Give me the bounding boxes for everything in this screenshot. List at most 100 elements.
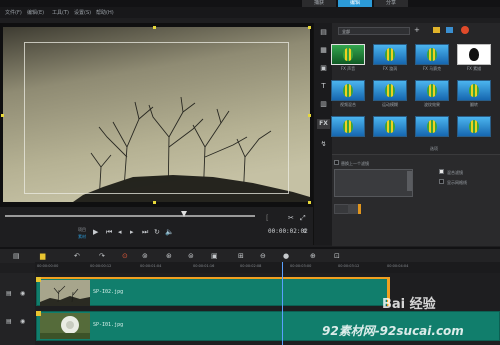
show-grid-checkbox[interactable] [439,179,444,184]
fit-project-icon[interactable]: ⊡ [334,252,340,260]
filter-thumbnail[interactable] [415,80,449,101]
multi-trim-icon[interactable]: ⊞ [238,252,244,260]
preset-dropdown-arrow-icon[interactable] [348,204,358,214]
storyboard-view-icon[interactable]: ▤ [13,252,20,260]
tab-capture[interactable]: 捕获 [302,0,336,7]
folder-icon[interactable] [433,27,440,33]
options-title[interactable]: 选项 [430,146,438,152]
ruler-tick: 00:00:01:04 [140,264,162,268]
project-mode-label[interactable]: 项目 [78,227,86,233]
resize-handle-right[interactable] [308,114,311,117]
track-header-panel: ▤ ◉ ▤ ◉ [0,273,35,345]
graphic-icon[interactable]: ▥ [317,99,330,109]
filter-thumbnail[interactable] [373,80,407,101]
filter-thumbnail-label: 翻转 [470,102,478,107]
overlay-visibility-icon[interactable]: ◉ [20,318,25,326]
subtitle-editor-icon[interactable]: ▣ [211,252,218,260]
play-icon[interactable]: ▶ [93,228,98,236]
timeline-clip[interactable]: SP-I02.jpg [36,277,390,306]
media-icon[interactable]: ▤ [317,27,330,37]
zoom-out-icon[interactable]: ⊖ [260,252,266,260]
filter-thumbnail[interactable] [457,44,491,65]
menu-help[interactable]: 帮助(H) [96,9,114,16]
title-icon[interactable]: T [317,81,330,91]
preview-scrubber[interactable] [5,215,255,217]
resize-handle-bottom[interactable] [153,201,156,204]
track-visibility-icon[interactable]: ◉ [20,290,25,298]
filter-thumbnail[interactable] [373,44,407,65]
browse-icon[interactable] [461,26,469,34]
mark-in-icon[interactable]: [ [266,214,269,222]
menu-bar: 文件(F) 编辑(E) 工具(T) 设置(S) 帮助(H) [0,7,500,18]
watermark-site: 92素材网-92sucai.com [322,324,464,338]
motion-track-icon[interactable]: ⊜ [188,252,194,260]
menu-settings[interactable]: 设置(S) [74,9,91,16]
volume-icon[interactable]: 🔈 [165,228,174,236]
video-track-icon[interactable]: ▤ [6,290,12,298]
filter-thumbnail-label: FX 漩涡 [382,66,398,71]
filter-thumbnail[interactable] [415,116,449,137]
balloon-icon [427,84,437,97]
clip-mode-label[interactable]: 素材 [78,234,86,240]
add-folder-icon[interactable]: + [414,26,420,34]
cut-icon[interactable]: ✂ [288,214,294,222]
auto-music-icon[interactable]: ⊛ [166,252,172,260]
zoom-slider-icon[interactable]: ● [283,252,289,260]
scrubber-knob[interactable] [181,211,187,217]
enlarge-icon[interactable]: ⤢ [300,214,306,222]
filter-thumbnail[interactable] [331,80,365,101]
filter-thumbnail-label: FX 声音 [340,66,356,71]
overlay-track-icon[interactable]: ▤ [6,318,12,326]
next-frame-icon[interactable]: ▸ [130,228,134,236]
applied-filters-list[interactable] [334,169,413,197]
filter-thumbnail[interactable] [373,116,407,137]
balloon-icon [343,120,353,133]
record-icon[interactable]: ⊙ [122,252,128,260]
filter-thumbnail[interactable] [457,80,491,101]
balloon-icon [385,120,395,133]
resize-handle-bottom-right[interactable] [308,201,311,204]
prev-frame-icon[interactable]: ◂ [118,228,122,236]
filter-thumbnail[interactable] [331,44,365,65]
replace-last-filter-checkbox[interactable] [334,160,339,165]
timeline-playhead[interactable] [282,262,283,345]
balloon-icon [427,48,437,61]
undo-icon[interactable]: ↶ [74,252,80,260]
redo-icon[interactable]: ↷ [99,252,105,260]
resize-handle-top-right[interactable] [308,26,311,29]
filter-thumbnail[interactable] [457,116,491,137]
timeline-ruler[interactable]: 00:00:00:00 00:00:00:12 00:00:01:04 00:0… [35,262,500,273]
blend-filter-label: 混合滤镜 [447,170,463,175]
resize-handle-top[interactable] [153,26,156,29]
library-sidebar: ▤ ▦ ▣ T ▥ FX ↯ [313,23,333,245]
resize-handle-left[interactable] [1,114,4,117]
fx-badge-icon [36,277,41,282]
ruler-tick: 00:00:02:08 [240,264,262,268]
zoom-in-icon[interactable]: ⊕ [310,252,316,260]
filter-thumbnail[interactable] [415,44,449,65]
gallery-view-icon[interactable] [446,27,453,33]
menu-tools[interactable]: 工具(T) [52,9,69,16]
library-category-select[interactable]: 全部 [338,27,410,35]
tab-share[interactable]: 分享 [374,0,408,7]
path-icon[interactable]: ↯ [317,139,330,149]
timecode-stepper-icon[interactable]: ⇕ [302,228,307,236]
fx-filter-icon[interactable]: FX [317,119,330,129]
menu-edit[interactable]: 编辑(E) [27,9,44,16]
blend-filter-checkbox[interactable] [439,169,444,174]
home-icon[interactable]: ⏮ [106,228,112,236]
filter-list-scrollbar[interactable] [407,171,412,191]
timeline-view-icon[interactable]: ▆ [40,252,45,260]
instant-project-icon[interactable]: ▦ [317,45,330,55]
customize-filter-handle[interactable] [358,204,361,214]
sound-mixer-icon[interactable]: ⊚ [142,252,148,260]
balloon-icon [385,48,395,61]
end-icon[interactable]: ⏭ [142,228,148,236]
ruler-tick: 00:00:01:16 [193,264,215,268]
filter-thumbnail[interactable] [331,116,365,137]
transition-icon[interactable]: ▣ [317,63,330,73]
menu-file[interactable]: 文件(F) [5,9,22,16]
tab-edit[interactable]: 编辑 [338,0,372,7]
safe-area-frame [24,42,289,194]
repeat-icon[interactable]: ↻ [154,228,160,236]
